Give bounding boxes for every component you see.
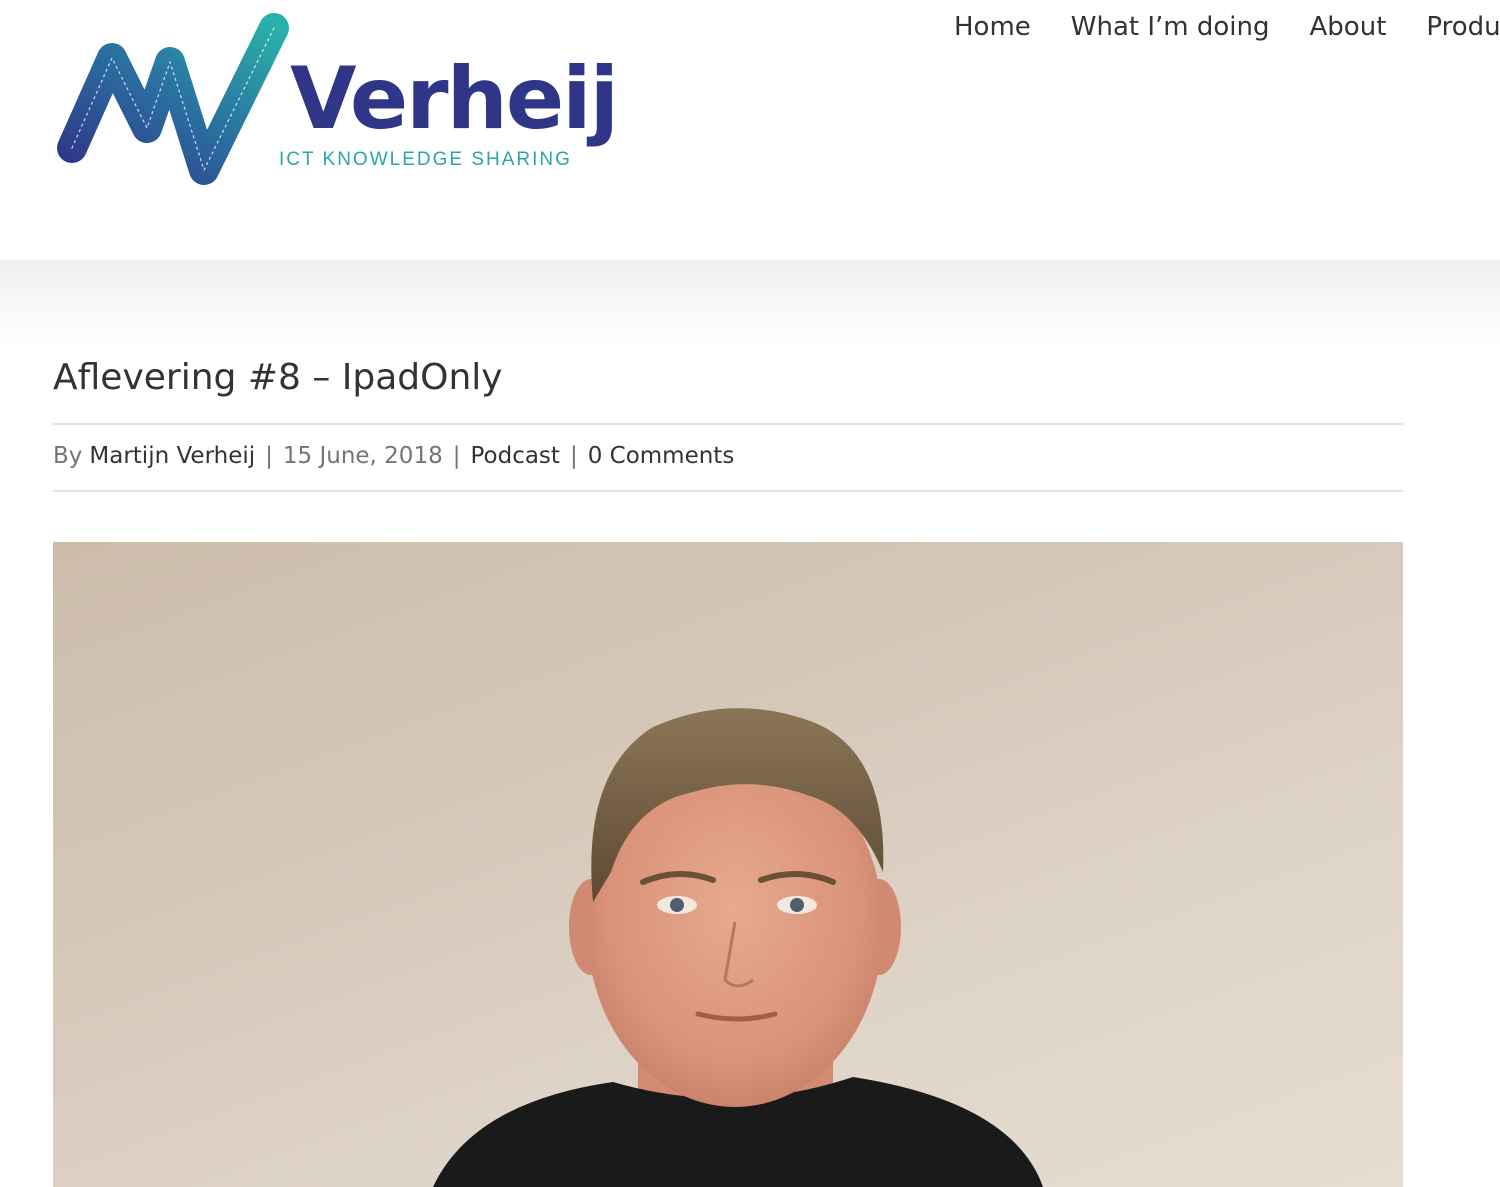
main-navigation: Home What I’m doing About Product — [954, 8, 1500, 46]
meta-separator: | — [265, 443, 273, 469]
meta-separator: | — [452, 443, 461, 469]
post-meta: By Martijn Verheij | 15 June, 2018 | Pod… — [53, 438, 734, 474]
post-title: Aflevering #8 – IpadOnly — [53, 357, 503, 398]
meta-divider-bottom — [53, 490, 1403, 492]
meta-author-link[interactable]: Martijn Verheij — [89, 438, 255, 474]
site-header: Verheij ICT KNOWLEDGE SHARING Home What … — [0, 0, 1500, 260]
logo-tagline: ICT KNOWLEDGE SHARING — [279, 149, 572, 170]
logo-mark-icon — [57, 13, 289, 185]
nav-item-about[interactable]: About — [1310, 8, 1387, 46]
site-logo[interactable]: Verheij ICT KNOWLEDGE SHARING — [52, 10, 619, 190]
meta-comments-link[interactable]: 0 Comments — [588, 438, 735, 474]
header-shadow — [0, 260, 1500, 350]
nav-item-what-im-doing[interactable]: What I’m doing — [1071, 8, 1270, 46]
featured-image — [53, 542, 1403, 1187]
page: Verheij ICT KNOWLEDGE SHARING Home What … — [0, 0, 1500, 1187]
meta-separator: | — [569, 443, 578, 469]
meta-date: 15 June, 2018 — [282, 443, 443, 469]
portrait-photo — [433, 708, 1043, 1187]
nav-item-home[interactable]: Home — [954, 8, 1031, 46]
meta-category-link[interactable]: Podcast — [470, 438, 559, 474]
meta-divider-top — [53, 423, 1403, 425]
nav-item-product[interactable]: Product — [1426, 8, 1500, 46]
logo-wordmark: Verheij — [290, 49, 619, 149]
meta-by-prefix: By — [53, 443, 83, 469]
